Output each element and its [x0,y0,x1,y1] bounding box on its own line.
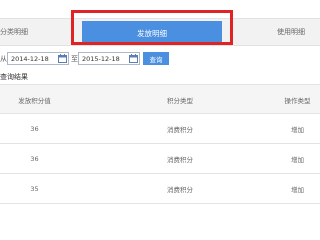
search-button[interactable]: 查询 [143,52,169,65]
column-header-points[interactable]: 发放积分值 [0,85,69,115]
cell-operation-type: 增加 [291,156,304,164]
date-filter: 从 至 查询 [0,52,320,66]
table-row: 35 消费积分 增加 [0,174,320,204]
tab-usage-detail[interactable]: 使用明细 [277,27,305,37]
results-title: 查询结果 [0,73,28,81]
column-header-operation-type[interactable]: 操作类型 [265,85,320,115]
to-label: 至 [71,55,78,63]
cell-operation-type: 增加 [291,126,304,134]
cell-points: 36 [30,125,39,133]
table-header-row: 发放积分值 积分类型 操作类型 [0,84,320,114]
cell-points: 36 [30,155,39,163]
calendar-icon[interactable] [58,54,67,63]
cell-operation-type: 增加 [291,186,304,194]
tab-category-detail[interactable]: 分类明细 [0,27,28,37]
calendar-icon[interactable] [129,54,138,63]
cell-point-type: 消费积分 [167,126,193,134]
highlight-box [71,10,233,45]
column-header-point-type[interactable]: 积分类型 [130,85,230,115]
cell-point-type: 消费积分 [167,186,193,194]
from-label: 从 [0,55,7,63]
cell-point-type: 消费积分 [167,156,193,164]
table-row: 36 消费积分 增加 [0,144,320,174]
cell-points: 35 [30,185,39,193]
table-row: 36 消费积分 增加 [0,114,320,144]
results-table: 发放积分值 积分类型 操作类型 36 消费积分 增加 36 消费积分 增加 35… [0,84,320,204]
